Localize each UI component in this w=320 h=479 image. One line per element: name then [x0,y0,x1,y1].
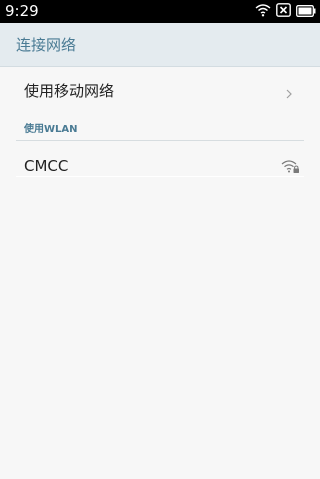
content-area [0,178,320,479]
wifi-icon [255,2,271,21]
battery-icon [296,2,316,21]
page-title: 连接网络 [16,36,77,54]
wifi-ssid: CMCC [24,157,69,175]
mobile-network-label: 使用移动网络 [24,82,115,100]
chevron-right-icon [286,84,292,103]
wlan-section-label: 使用WLAN [24,124,78,135]
status-icons [255,3,316,20]
status-time: 9:29 [5,2,39,20]
wlan-section-header: 使用WLAN [16,122,304,141]
page-header: 连接网络 [0,23,320,67]
wifi-lock-icon [281,158,300,178]
no-signal-icon [276,2,291,21]
status-bar: 9:29 [0,0,320,23]
wifi-network-item[interactable]: CMCC [16,141,304,177]
mobile-network-item[interactable]: 使用移动网络 [0,67,320,114]
